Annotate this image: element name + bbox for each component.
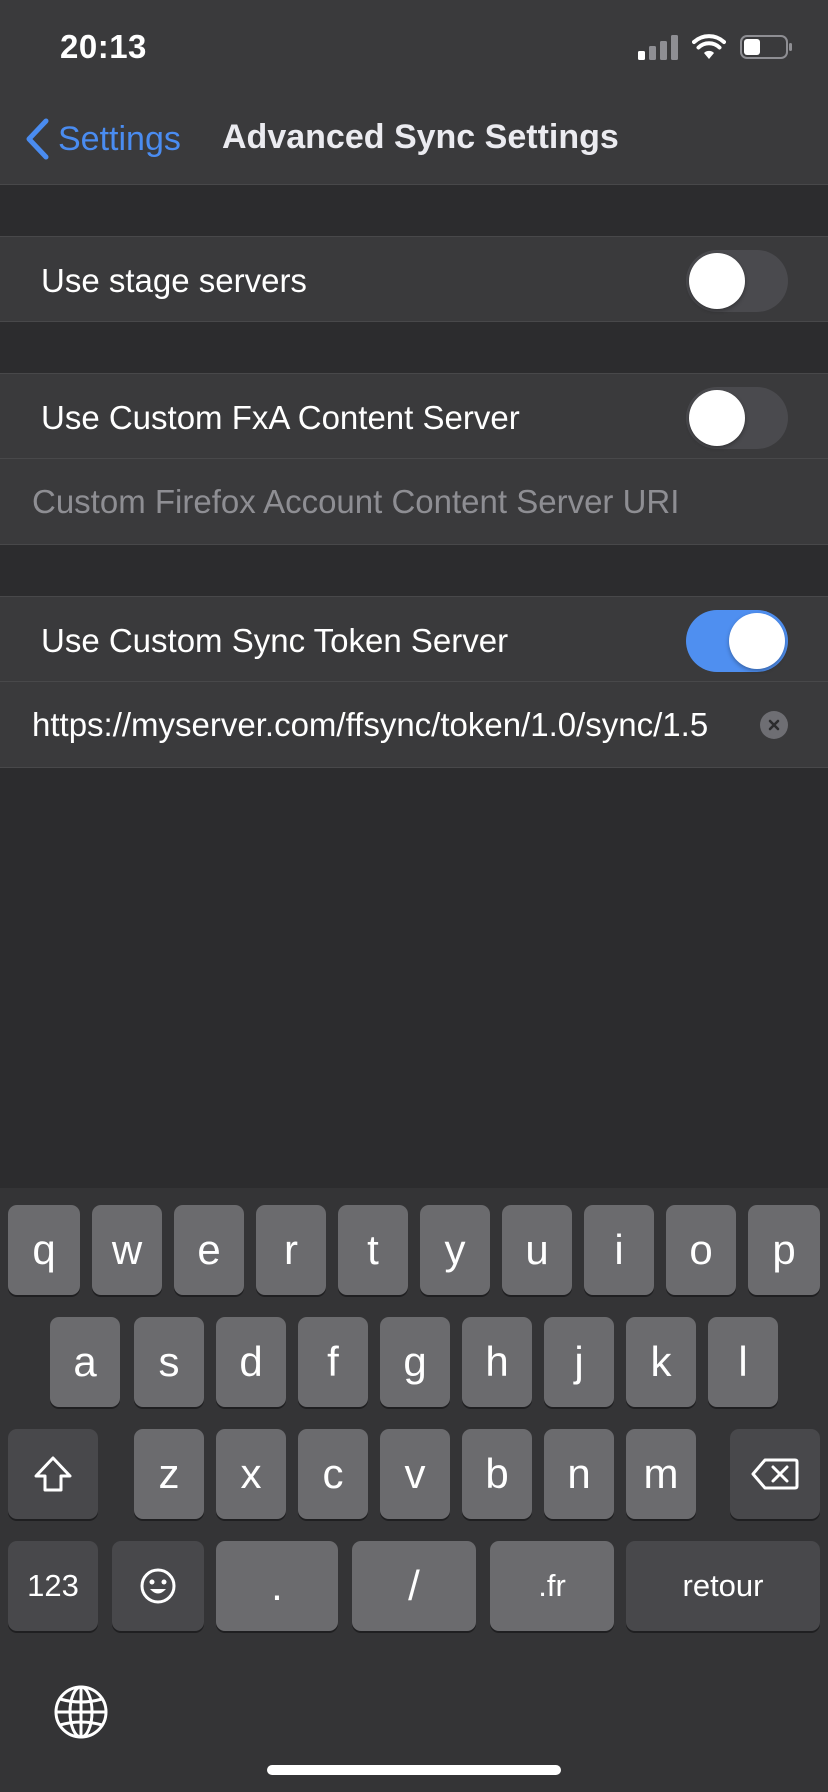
key-n[interactable]: n bbox=[544, 1429, 614, 1519]
fxa-uri-row bbox=[0, 459, 828, 545]
domain-key[interactable]: .fr bbox=[490, 1541, 614, 1631]
shift-key[interactable] bbox=[8, 1429, 98, 1519]
navigation-bar: Settings Advanced Sync Settings bbox=[0, 96, 828, 185]
key-m[interactable]: m bbox=[626, 1429, 696, 1519]
key-f[interactable]: f bbox=[298, 1317, 368, 1407]
key-z[interactable]: z bbox=[134, 1429, 204, 1519]
key-o[interactable]: o bbox=[666, 1205, 736, 1295]
settings-list: Use stage servers Use Custom FxA Content… bbox=[0, 185, 828, 768]
custom-sync-row: Use Custom Sync Token Server bbox=[0, 596, 828, 682]
globe-icon[interactable] bbox=[52, 1683, 110, 1741]
toggle-knob bbox=[689, 253, 745, 309]
key-b[interactable]: b bbox=[462, 1429, 532, 1519]
key-c[interactable]: c bbox=[298, 1429, 368, 1519]
backspace-icon bbox=[751, 1458, 799, 1490]
key-y[interactable]: y bbox=[420, 1205, 490, 1295]
key-p[interactable]: p bbox=[748, 1205, 820, 1295]
stage-servers-label: Use stage servers bbox=[41, 262, 307, 299]
shift-icon bbox=[34, 1456, 72, 1492]
wifi-icon bbox=[692, 34, 726, 59]
key-l[interactable]: l bbox=[708, 1317, 778, 1407]
backspace-key[interactable] bbox=[730, 1429, 820, 1519]
toggle-knob bbox=[689, 390, 745, 446]
status-bar: 20:13 bbox=[0, 0, 828, 96]
status-time: 20:13 bbox=[60, 28, 147, 65]
slash-key[interactable]: / bbox=[352, 1541, 476, 1631]
back-button-label: Settings bbox=[58, 119, 181, 158]
custom-fxa-row: Use Custom FxA Content Server bbox=[0, 373, 828, 459]
back-chevron-icon bbox=[26, 118, 49, 160]
key-k[interactable]: k bbox=[626, 1317, 696, 1407]
stage-servers-toggle[interactable] bbox=[686, 250, 788, 312]
key-r[interactable]: r bbox=[256, 1205, 326, 1295]
key-d[interactable]: d bbox=[216, 1317, 286, 1407]
key-q[interactable]: q bbox=[8, 1205, 80, 1295]
key-g[interactable]: g bbox=[380, 1317, 450, 1407]
section-spacer bbox=[0, 185, 828, 236]
key-w[interactable]: w bbox=[92, 1205, 162, 1295]
key-t[interactable]: t bbox=[338, 1205, 408, 1295]
key-h[interactable]: h bbox=[462, 1317, 532, 1407]
emoji-icon bbox=[140, 1568, 176, 1604]
sync-uri-row bbox=[0, 682, 828, 768]
clear-button[interactable] bbox=[760, 711, 788, 739]
home-indicator bbox=[267, 1765, 561, 1775]
section-spacer bbox=[0, 545, 828, 596]
sync-uri-input[interactable] bbox=[30, 682, 754, 768]
custom-sync-toggle[interactable] bbox=[686, 610, 788, 672]
numbers-key[interactable]: 123 bbox=[8, 1541, 98, 1631]
key-j[interactable]: j bbox=[544, 1317, 614, 1407]
section-spacer bbox=[0, 322, 828, 373]
custom-sync-label: Use Custom Sync Token Server bbox=[41, 622, 509, 659]
fxa-uri-input[interactable] bbox=[30, 459, 754, 545]
key-e[interactable]: e bbox=[174, 1205, 244, 1295]
key-x[interactable]: x bbox=[216, 1429, 286, 1519]
stage-servers-row: Use stage servers bbox=[0, 236, 828, 322]
key-s[interactable]: s bbox=[134, 1317, 204, 1407]
clear-icon bbox=[768, 719, 780, 731]
back-button[interactable]: Settings bbox=[24, 114, 181, 164]
return-key[interactable]: retour bbox=[626, 1541, 820, 1631]
key-a[interactable]: a bbox=[50, 1317, 120, 1407]
emoji-key[interactable] bbox=[112, 1541, 204, 1631]
dot-key[interactable]: . bbox=[216, 1541, 338, 1631]
signal-icon bbox=[638, 34, 678, 60]
status-icons bbox=[638, 34, 794, 60]
toggle-knob bbox=[729, 613, 785, 669]
keyboard: q w e r t y u i o p a s d f g h j k l z … bbox=[0, 1188, 828, 1792]
key-u[interactable]: u bbox=[502, 1205, 572, 1295]
key-i[interactable]: i bbox=[584, 1205, 654, 1295]
custom-fxa-toggle[interactable] bbox=[686, 387, 788, 449]
custom-fxa-label: Use Custom FxA Content Server bbox=[41, 399, 520, 436]
key-v[interactable]: v bbox=[380, 1429, 450, 1519]
battery-icon bbox=[740, 35, 792, 59]
page-title: Advanced Sync Settings bbox=[222, 118, 619, 156]
